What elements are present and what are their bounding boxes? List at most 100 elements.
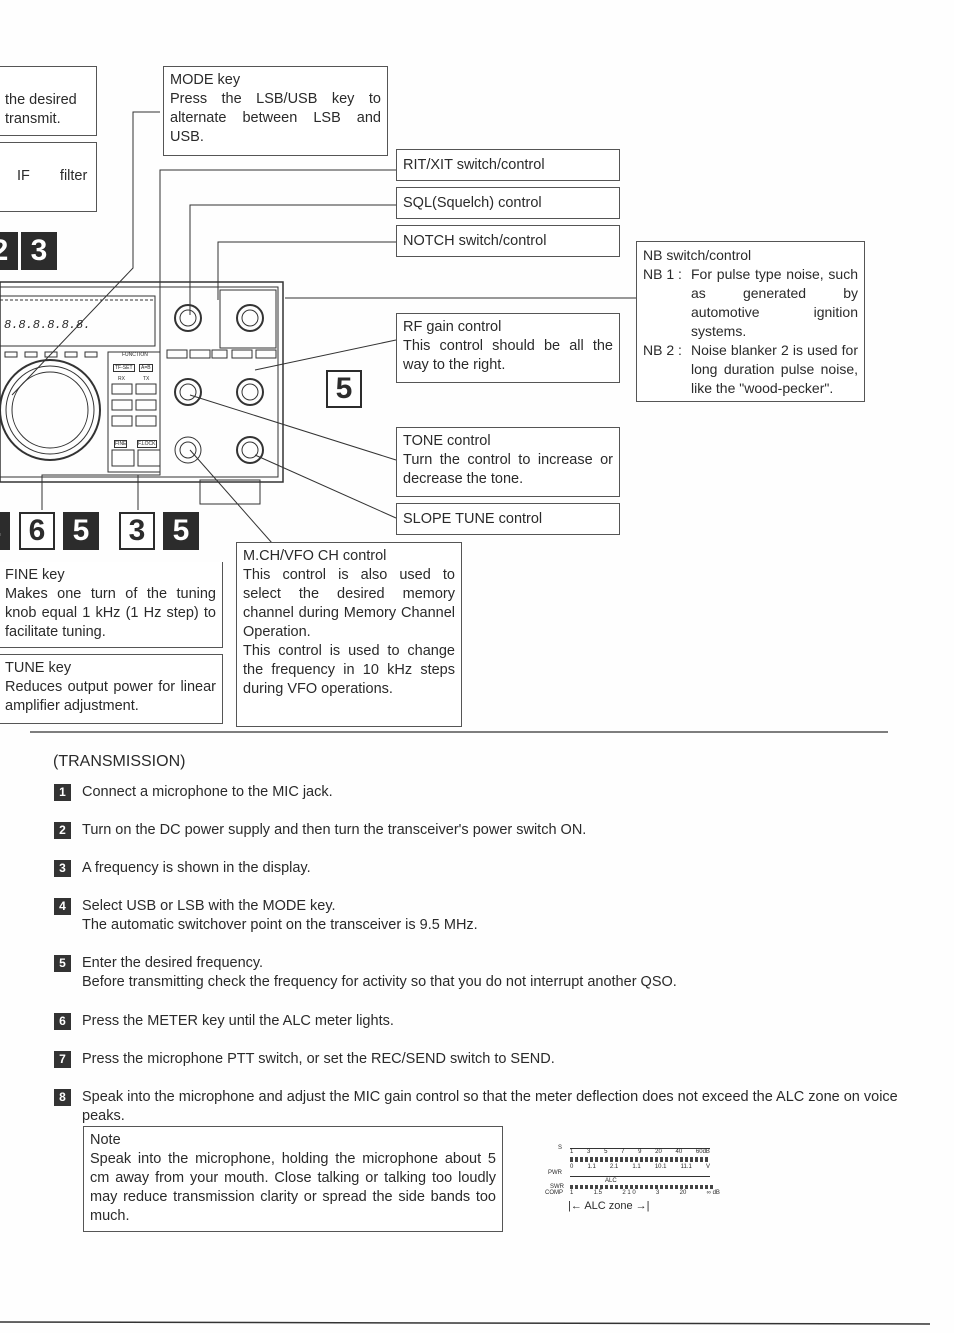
callout-nb: NB switch/control NB 1 : For pulse type n… <box>636 241 865 402</box>
step-badge: 3 <box>54 860 71 877</box>
callout-tone: TONE control Turn the control to increas… <box>396 427 620 497</box>
nb1-label: NB 1 : <box>643 266 682 282</box>
step-badge: 2 <box>54 822 71 839</box>
tick-label: 3 <box>587 1149 591 1155</box>
step-number-3: 3 <box>21 232 57 270</box>
pwr-label: PWR <box>548 1170 562 1176</box>
step-item: 2 Turn on the DC power supply and then tu… <box>54 821 904 840</box>
step-item: 6 Press the METER key until the ALC meter… <box>54 1012 904 1031</box>
callout-if-filter: IF filter <box>0 142 97 212</box>
tick-label: 20 <box>655 1149 662 1155</box>
f-lock-key[interactable]: F.LOCK <box>137 440 157 448</box>
note-box: Note Speak into the microphone, holding … <box>83 1126 503 1232</box>
led-bar-2 <box>570 1185 715 1189</box>
step-number-4: 4 <box>0 512 10 550</box>
callout-title: RF gain control <box>403 319 502 335</box>
tx-label: TX <box>143 376 150 382</box>
step-number-3: 3 <box>119 512 155 550</box>
step-number-5: 5 <box>163 512 199 550</box>
pwr-scale: 0 1.1 2.1 1.1 10.1 11.1 V <box>570 1164 710 1177</box>
step-number-5: 5 <box>326 370 362 408</box>
callout-rit-xit: RIT/XIT switch/control <box>396 149 620 181</box>
tick-label: 3 <box>655 1190 660 1196</box>
tick-label: 1 <box>570 1190 574 1196</box>
manual-page: 8.8.8.8.8.8. FUNCTION TF-SET A=B RX TX F… <box>0 0 954 1333</box>
nb1-text: For pulse type noise, such as generated … <box>691 266 858 339</box>
tick-label: 10.1 <box>654 1164 667 1170</box>
step-item: 8 Speak into the microphone and adjust th… <box>54 1088 904 1126</box>
step-item: 7 Press the microphone PTT switch, or set… <box>54 1050 904 1069</box>
comp-label: COMP <box>545 1190 563 1196</box>
nb2-label: NB 2 : <box>643 342 682 358</box>
step-item: 4 Select USB or LSB with the MODE key. The… <box>54 897 904 935</box>
note-title: Note <box>90 1132 121 1148</box>
step-number-6: 6 <box>19 512 55 550</box>
tick-label: 11.1 <box>680 1164 692 1170</box>
frequency-display: 8.8.8.8.8.8. <box>4 318 91 332</box>
tick-label: 0 <box>570 1164 574 1170</box>
tick-label: 2 1 0 <box>622 1190 636 1196</box>
tick-label: 7 <box>621 1149 625 1155</box>
step-text: The automatic switchover point on the tr… <box>82 917 478 933</box>
alc-zone-label: ALC zone <box>584 1200 633 1212</box>
alc-zone: |← ALC zone →| <box>568 1200 650 1212</box>
callout-body: Reduces output power for linear amplifie… <box>5 679 216 714</box>
callout-tune-key: TUNE key Reduces output power for linear… <box>0 654 223 724</box>
callout-fine-key: FINE key Makes one turn of the tuning kn… <box>0 562 223 648</box>
tick-label: ∞ dB <box>706 1190 720 1196</box>
callout-title: TUNE key <box>5 660 72 676</box>
tick-label: 1 <box>570 1149 574 1155</box>
callout-body: This control is also used to select the … <box>243 567 455 640</box>
alc-label: ALC <box>605 1178 617 1184</box>
step-number-2: 2 <box>0 232 18 270</box>
callout-sql: SQL(Squelch) control <box>396 187 620 219</box>
section-title: (TRANSMISSION) <box>53 753 186 770</box>
panel-label-function: FUNCTION <box>122 352 148 358</box>
step-text: Speak into the microphone and adjust the… <box>82 1089 898 1124</box>
step-text: Turn on the DC power supply and then tur… <box>82 822 587 838</box>
callout-body: This control is used to change the frequ… <box>243 643 455 697</box>
step-badge: 8 <box>54 1089 71 1106</box>
led-bar <box>570 1157 710 1162</box>
fine-key[interactable]: FINE <box>114 440 128 448</box>
meter-scale-diagram: S 1 3 5 7 9 20 40 60dB PWR 0 1.1 2.1 1.1 10.1 11.1 V … <box>540 1140 730 1220</box>
step-text: Press the microphone PTT switch, or set … <box>82 1051 555 1067</box>
step-badge: 6 <box>54 1013 71 1030</box>
tick-label: 60dB <box>695 1149 710 1155</box>
step-text: Press the METER key until the ALC meter … <box>82 1013 394 1029</box>
callout-title: MODE key <box>170 72 241 88</box>
callout-desired: the desired transmit. <box>0 66 97 136</box>
tick-label: V <box>705 1164 710 1170</box>
tick-label: 20 <box>679 1190 687 1196</box>
step-badge: 7 <box>54 1051 71 1068</box>
transceiver-front-panel <box>0 281 284 505</box>
step-text: Connect a microphone to the MIC jack. <box>82 784 333 800</box>
callout-mch-vfo: M.CH/VFO CH control This control is also… <box>236 542 462 727</box>
tick-label: 2.1 <box>609 1164 619 1170</box>
s-scale: 1 3 5 7 9 20 40 60dB <box>570 1148 710 1155</box>
tick-label: 1.1 <box>632 1164 641 1170</box>
callout-title: M.CH/VFO CH control <box>243 548 387 564</box>
tf-set-key[interactable]: TF-SET <box>113 364 135 372</box>
callout-body: Press the LSB/USB key to alternate betwe… <box>170 91 381 145</box>
tick-label: 1.1 <box>587 1164 596 1170</box>
callout-slope-tune: SLOPE TUNE control <box>396 503 620 535</box>
callout-mode-key: MODE key Press the LSB/USB key to altern… <box>163 66 388 156</box>
nb2-text: Noise blanker 2 is used for long duratio… <box>691 342 858 396</box>
callout-title: TONE control <box>403 433 491 449</box>
callout-body: This control should be all the way to th… <box>403 338 613 373</box>
step-badge: 5 <box>54 955 71 972</box>
step-badge: 4 <box>54 898 71 915</box>
step-text: Before transmitting check the frequency … <box>82 974 677 990</box>
step-item: 1 Connect a microphone to the MIC jack. <box>54 783 904 802</box>
callout-title: NB switch/control <box>643 247 752 263</box>
callout-body: Turn the control to increase or decrease… <box>403 452 613 487</box>
callout-title: FINE key <box>5 567 65 583</box>
a-equals-b-key[interactable]: A=B <box>139 364 153 372</box>
swr-scale: 1 1.5 2 1 0 3 20 ∞ dB <box>570 1190 720 1196</box>
step-number-5: 5 <box>63 512 99 550</box>
rx-label: RX <box>118 376 125 382</box>
step-text: Select USB or LSB with the MODE key. <box>82 898 336 914</box>
callout-notch: NOTCH switch/control <box>396 225 620 257</box>
s-label: S <box>558 1145 563 1151</box>
